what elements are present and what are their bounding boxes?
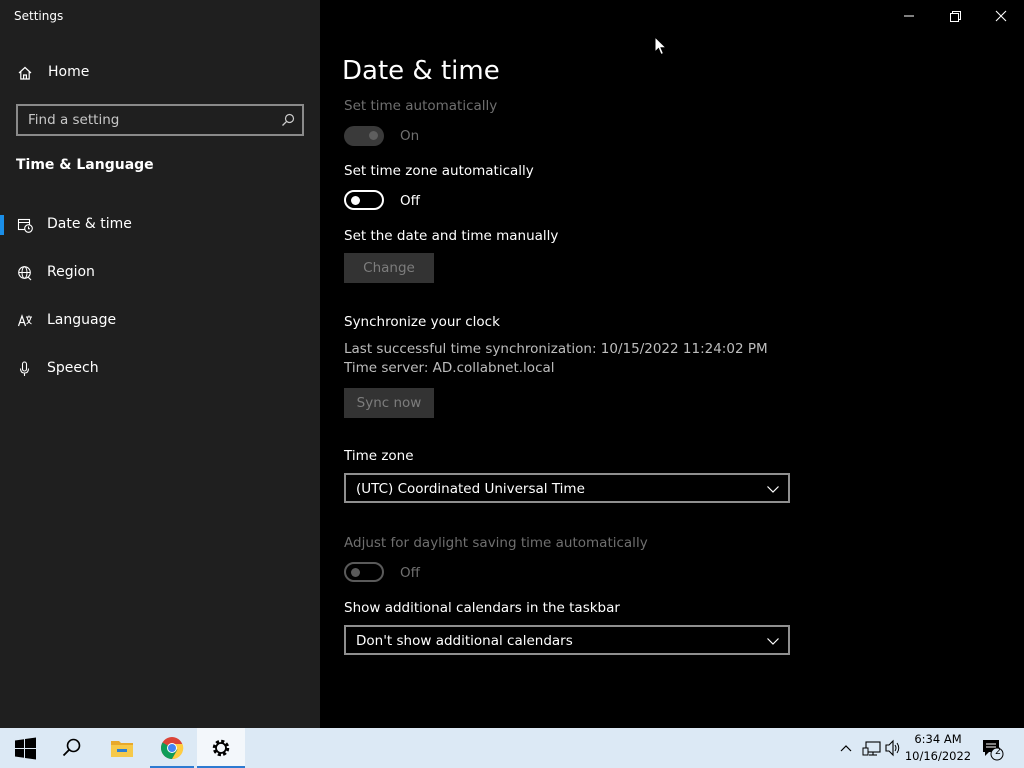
- restore-button[interactable]: [932, 0, 978, 32]
- section-title: Time & Language: [16, 157, 154, 173]
- last-sync-text: Last successful time synchronization: 10…: [344, 341, 768, 357]
- file-explorer-button[interactable]: [98, 728, 146, 768]
- nav-home-label: Home: [48, 64, 90, 80]
- network-icon[interactable]: [862, 728, 882, 768]
- settings-gear-icon: [212, 739, 230, 757]
- chrome-icon: [161, 737, 184, 760]
- sync-heading: Synchronize your clock: [344, 314, 500, 330]
- file-explorer-icon: [111, 741, 133, 757]
- set-timezone-auto-label: Set time zone automatically: [344, 163, 534, 179]
- chrome-button[interactable]: [148, 728, 196, 768]
- set-time-auto-label: Set time automatically: [344, 98, 498, 114]
- page-title: Date & time: [342, 56, 500, 86]
- nav-home[interactable]: Home: [0, 53, 320, 93]
- close-icon: [995, 10, 1007, 22]
- sidebar-item-speech[interactable]: Speech: [0, 349, 320, 389]
- settings-sidebar: Settings Home Time & Language Date & tim…: [0, 0, 320, 728]
- calendars-label: Show additional calendars in the taskbar: [344, 600, 620, 616]
- minimize-icon: [904, 15, 914, 17]
- dst-toggle[interactable]: [344, 562, 384, 582]
- language-icon: [17, 314, 32, 327]
- search-icon[interactable]: [281, 113, 295, 127]
- volume-icon[interactable]: [884, 728, 902, 768]
- dst-label: Adjust for daylight saving time automati…: [344, 535, 648, 551]
- search-input[interactable]: [18, 106, 278, 134]
- sidebar-item-label: Date & time: [47, 216, 132, 232]
- home-icon: [18, 66, 32, 80]
- mouse-cursor-icon: [654, 36, 668, 56]
- sidebar-item-language[interactable]: Language: [0, 301, 320, 341]
- calendars-dropdown[interactable]: Don't show additional calendars: [344, 625, 790, 655]
- timezone-dropdown[interactable]: (UTC) Coordinated Universal Time: [344, 473, 790, 503]
- chevron-down-icon: [767, 638, 779, 645]
- search-icon: [62, 738, 81, 757]
- set-timezone-auto-toggle[interactable]: [344, 190, 384, 210]
- set-timezone-auto-state: Off: [400, 193, 420, 209]
- globe-icon: [18, 266, 32, 281]
- microphone-icon: [19, 361, 30, 376]
- change-button[interactable]: Change: [344, 253, 434, 283]
- sidebar-item-region[interactable]: Region: [0, 253, 320, 293]
- close-button[interactable]: [978, 0, 1024, 32]
- settings-taskbar-button[interactable]: [197, 728, 245, 768]
- time-server-text: Time server: AD.collabnet.local: [344, 360, 555, 376]
- start-button[interactable]: [0, 728, 48, 768]
- taskbar-clock[interactable]: 6:34 AM 10/16/2022: [902, 731, 974, 765]
- sidebar-item-date-time[interactable]: Date & time: [0, 205, 320, 245]
- notification-count: 2: [994, 746, 1002, 757]
- chevron-up-icon[interactable]: [838, 728, 854, 768]
- start-icon: [15, 737, 36, 760]
- manual-time-label: Set the date and time manually: [344, 228, 559, 244]
- dst-state: Off: [400, 565, 420, 581]
- sidebar-item-label: Region: [47, 264, 95, 280]
- date-time-icon: [17, 218, 33, 233]
- restore-icon: [950, 11, 961, 22]
- minimize-button[interactable]: [886, 0, 932, 32]
- taskbar: 2: [0, 728, 1024, 768]
- search-taskbar-button[interactable]: [48, 728, 96, 768]
- set-time-auto-toggle[interactable]: [344, 126, 384, 146]
- app-title: Settings: [14, 9, 64, 23]
- chevron-down-icon: [767, 486, 779, 493]
- search-box[interactable]: [16, 104, 304, 136]
- sync-now-button[interactable]: Sync now: [344, 388, 434, 418]
- sidebar-item-label: Speech: [47, 360, 99, 376]
- sidebar-item-label: Language: [47, 312, 117, 328]
- calendars-value: Don't show additional calendars: [356, 633, 573, 649]
- timezone-value: (UTC) Coordinated Universal Time: [356, 481, 585, 497]
- clock-date: 10/16/2022: [904, 749, 972, 763]
- timezone-label: Time zone: [344, 448, 414, 464]
- clock-time: 6:34 AM: [914, 732, 962, 746]
- set-time-auto-state: On: [400, 128, 420, 144]
